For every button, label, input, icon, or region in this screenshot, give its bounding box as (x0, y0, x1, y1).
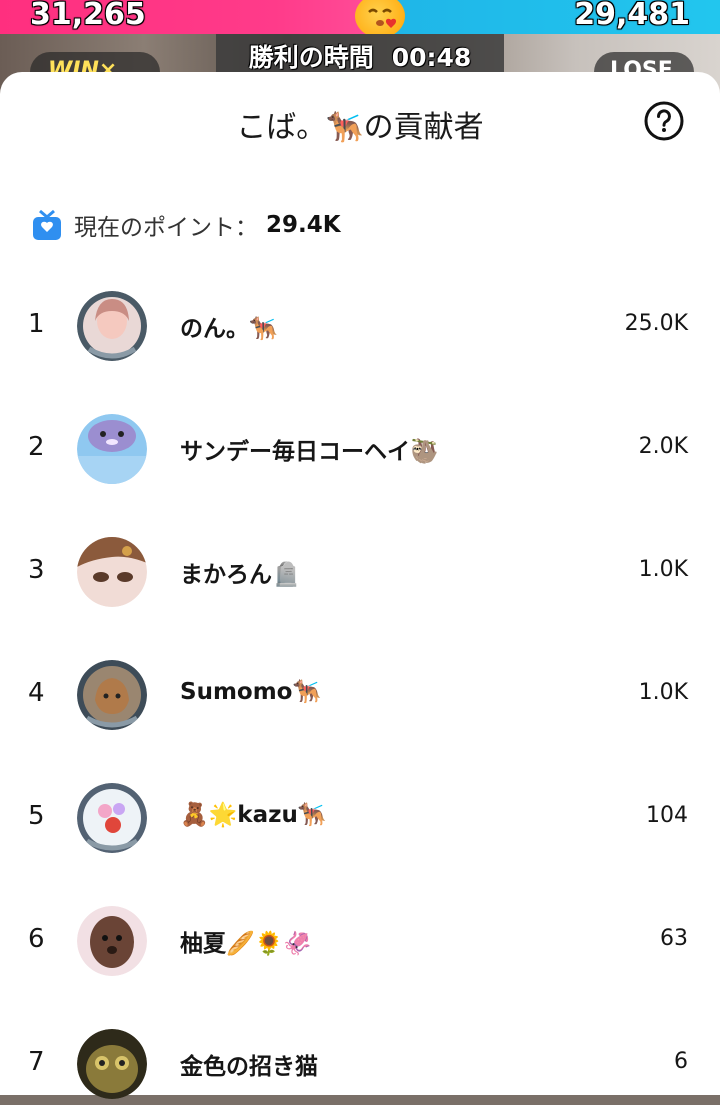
contributor-row[interactable]: 4 Sumomo🐕‍🦺 1.0K (0, 656, 720, 736)
contributor-row[interactable]: 3 まかろん🪦 1.0K (0, 533, 720, 613)
gift-box-icon (33, 209, 61, 240)
current-points-row: 現在のポイント： 29.4K (30, 207, 341, 243)
contributor-row[interactable]: 6 柚夏🥖🌻🦑 63 (0, 902, 720, 982)
help-button[interactable] (644, 101, 684, 141)
kiss-face-icon (355, 0, 405, 38)
avatar[interactable] (77, 537, 147, 607)
contributor-row[interactable]: 5 🧸🌟kazu🐕‍🦺 104 (0, 779, 720, 859)
timer-label: 勝利の時間 (248, 43, 374, 72)
rank-number: 1 (28, 309, 45, 339)
avatar[interactable] (77, 783, 147, 853)
left-score: 31,265 (30, 0, 146, 32)
contributor-score: 63 (660, 926, 688, 951)
contributor-row[interactable]: 2 サンデー毎日コーヘイ🦥 2.0K (0, 410, 720, 490)
contributor-score: 1.0K (638, 680, 688, 705)
contributor-name: サンデー毎日コーヘイ🦥 (180, 439, 439, 465)
contributor-name: 柚夏🥖🌻🦑 (180, 931, 312, 957)
contributor-score: 2.0K (638, 434, 688, 459)
contributor-score: 104 (646, 803, 688, 828)
battle-timer: 勝利の時間 00:48 (216, 38, 504, 74)
contributor-name: まかろん🪦 (180, 562, 301, 588)
points-label: 現在のポイント： (74, 215, 258, 241)
sheet-title: こば。🐕‍🦺の貢献者 (236, 110, 484, 145)
avatar[interactable] (77, 660, 147, 730)
rank-number: 6 (28, 924, 45, 954)
contributor-score: 25.0K (624, 311, 688, 336)
avatar[interactable] (77, 906, 147, 976)
avatar[interactable] (77, 1029, 147, 1099)
rank-number: 7 (28, 1047, 45, 1077)
contributor-row[interactable]: 7 金色の招き猫 6 (0, 1025, 720, 1105)
avatar[interactable] (77, 291, 147, 361)
contributor-score: 1.0K (638, 557, 688, 582)
points-value: 29.4K (266, 212, 341, 238)
contributors-sheet: こば。🐕‍🦺の貢献者 現在のポイント： 29.4K 1 (0, 72, 720, 1099)
right-score: 29,481 (574, 0, 690, 32)
rank-number: 4 (28, 678, 45, 708)
timer-value: 00:48 (391, 43, 472, 72)
rank-number: 5 (28, 801, 45, 831)
contributor-score: 6 (674, 1049, 688, 1074)
avatar[interactable] (77, 414, 147, 484)
contributor-name: 🧸🌟kazu🐕‍🦺 (180, 802, 327, 828)
rank-number: 3 (28, 555, 45, 585)
rank-number: 2 (28, 432, 45, 462)
question-circle-icon (644, 101, 684, 141)
contributor-name: のん。🐕‍🦺 (180, 316, 278, 342)
contributor-name: 金色の招き猫 (180, 1054, 318, 1080)
contributor-row[interactable]: 1 のん。🐕‍🦺 25.0K (0, 287, 720, 367)
contributor-name: Sumomo🐕‍🦺 (180, 679, 322, 705)
